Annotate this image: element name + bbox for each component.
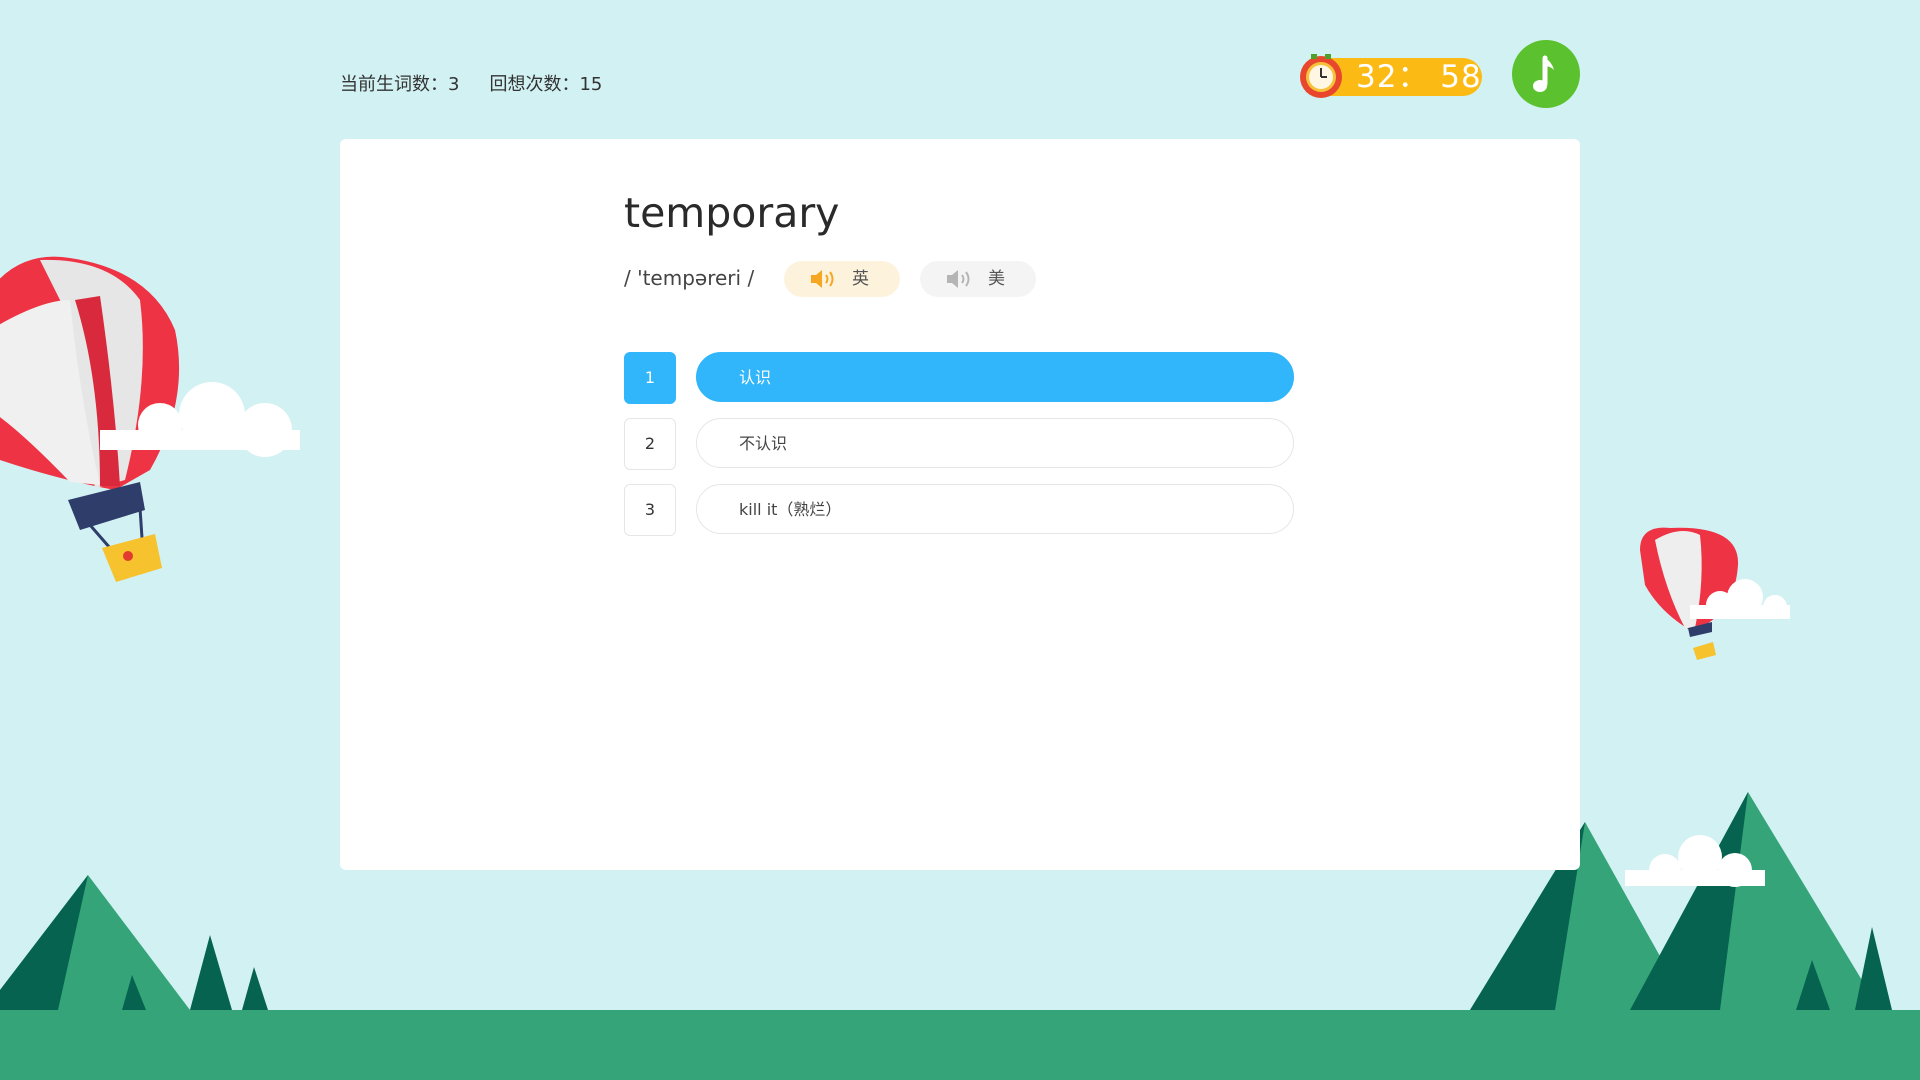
pronounce-us-label: 美 xyxy=(988,269,1005,289)
word-card: temporary / 'tempəreri / 英 美 1 认识 2 不认识 … xyxy=(340,139,1580,870)
alarm-clock-icon xyxy=(1300,54,1342,98)
option-kill-it[interactable]: 3 kill it（熟烂） xyxy=(624,484,1296,536)
music-toggle-button[interactable] xyxy=(1512,40,1580,108)
music-note-icon xyxy=(1533,55,1554,92)
timer-time: 32： 58 xyxy=(1356,59,1482,95)
option-number[interactable]: 3 xyxy=(624,484,676,536)
pronounce-uk-button[interactable]: 英 xyxy=(784,261,900,297)
option-label[interactable]: 不认识 xyxy=(696,418,1294,468)
countdown-timer: 32： 58 xyxy=(1300,54,1482,98)
option-number[interactable]: 2 xyxy=(624,418,676,470)
pronounce-us-button[interactable]: 美 xyxy=(920,261,1036,297)
phonetic-transcription: / 'tempəreri / xyxy=(624,266,755,290)
speaker-icon xyxy=(811,270,834,288)
speaker-icon xyxy=(947,270,970,288)
vocab-word: temporary xyxy=(624,189,840,237)
recall-count: 回想次数：15 xyxy=(489,74,603,95)
mountains-left xyxy=(0,875,268,1010)
stats-bar: 当前生词数：3 回想次数：15 xyxy=(340,70,602,96)
option-label[interactable]: 认识 xyxy=(696,352,1294,402)
option-number[interactable]: 1 xyxy=(624,352,676,404)
option-know[interactable]: 1 认识 xyxy=(624,352,1296,404)
pronounce-uk-label: 英 xyxy=(852,269,869,289)
new-words-count: 当前生词数：3 xyxy=(340,74,460,95)
option-label[interactable]: kill it（熟烂） xyxy=(696,484,1294,534)
ground xyxy=(0,1010,1920,1080)
option-dont-know[interactable]: 2 不认识 xyxy=(624,418,1296,470)
